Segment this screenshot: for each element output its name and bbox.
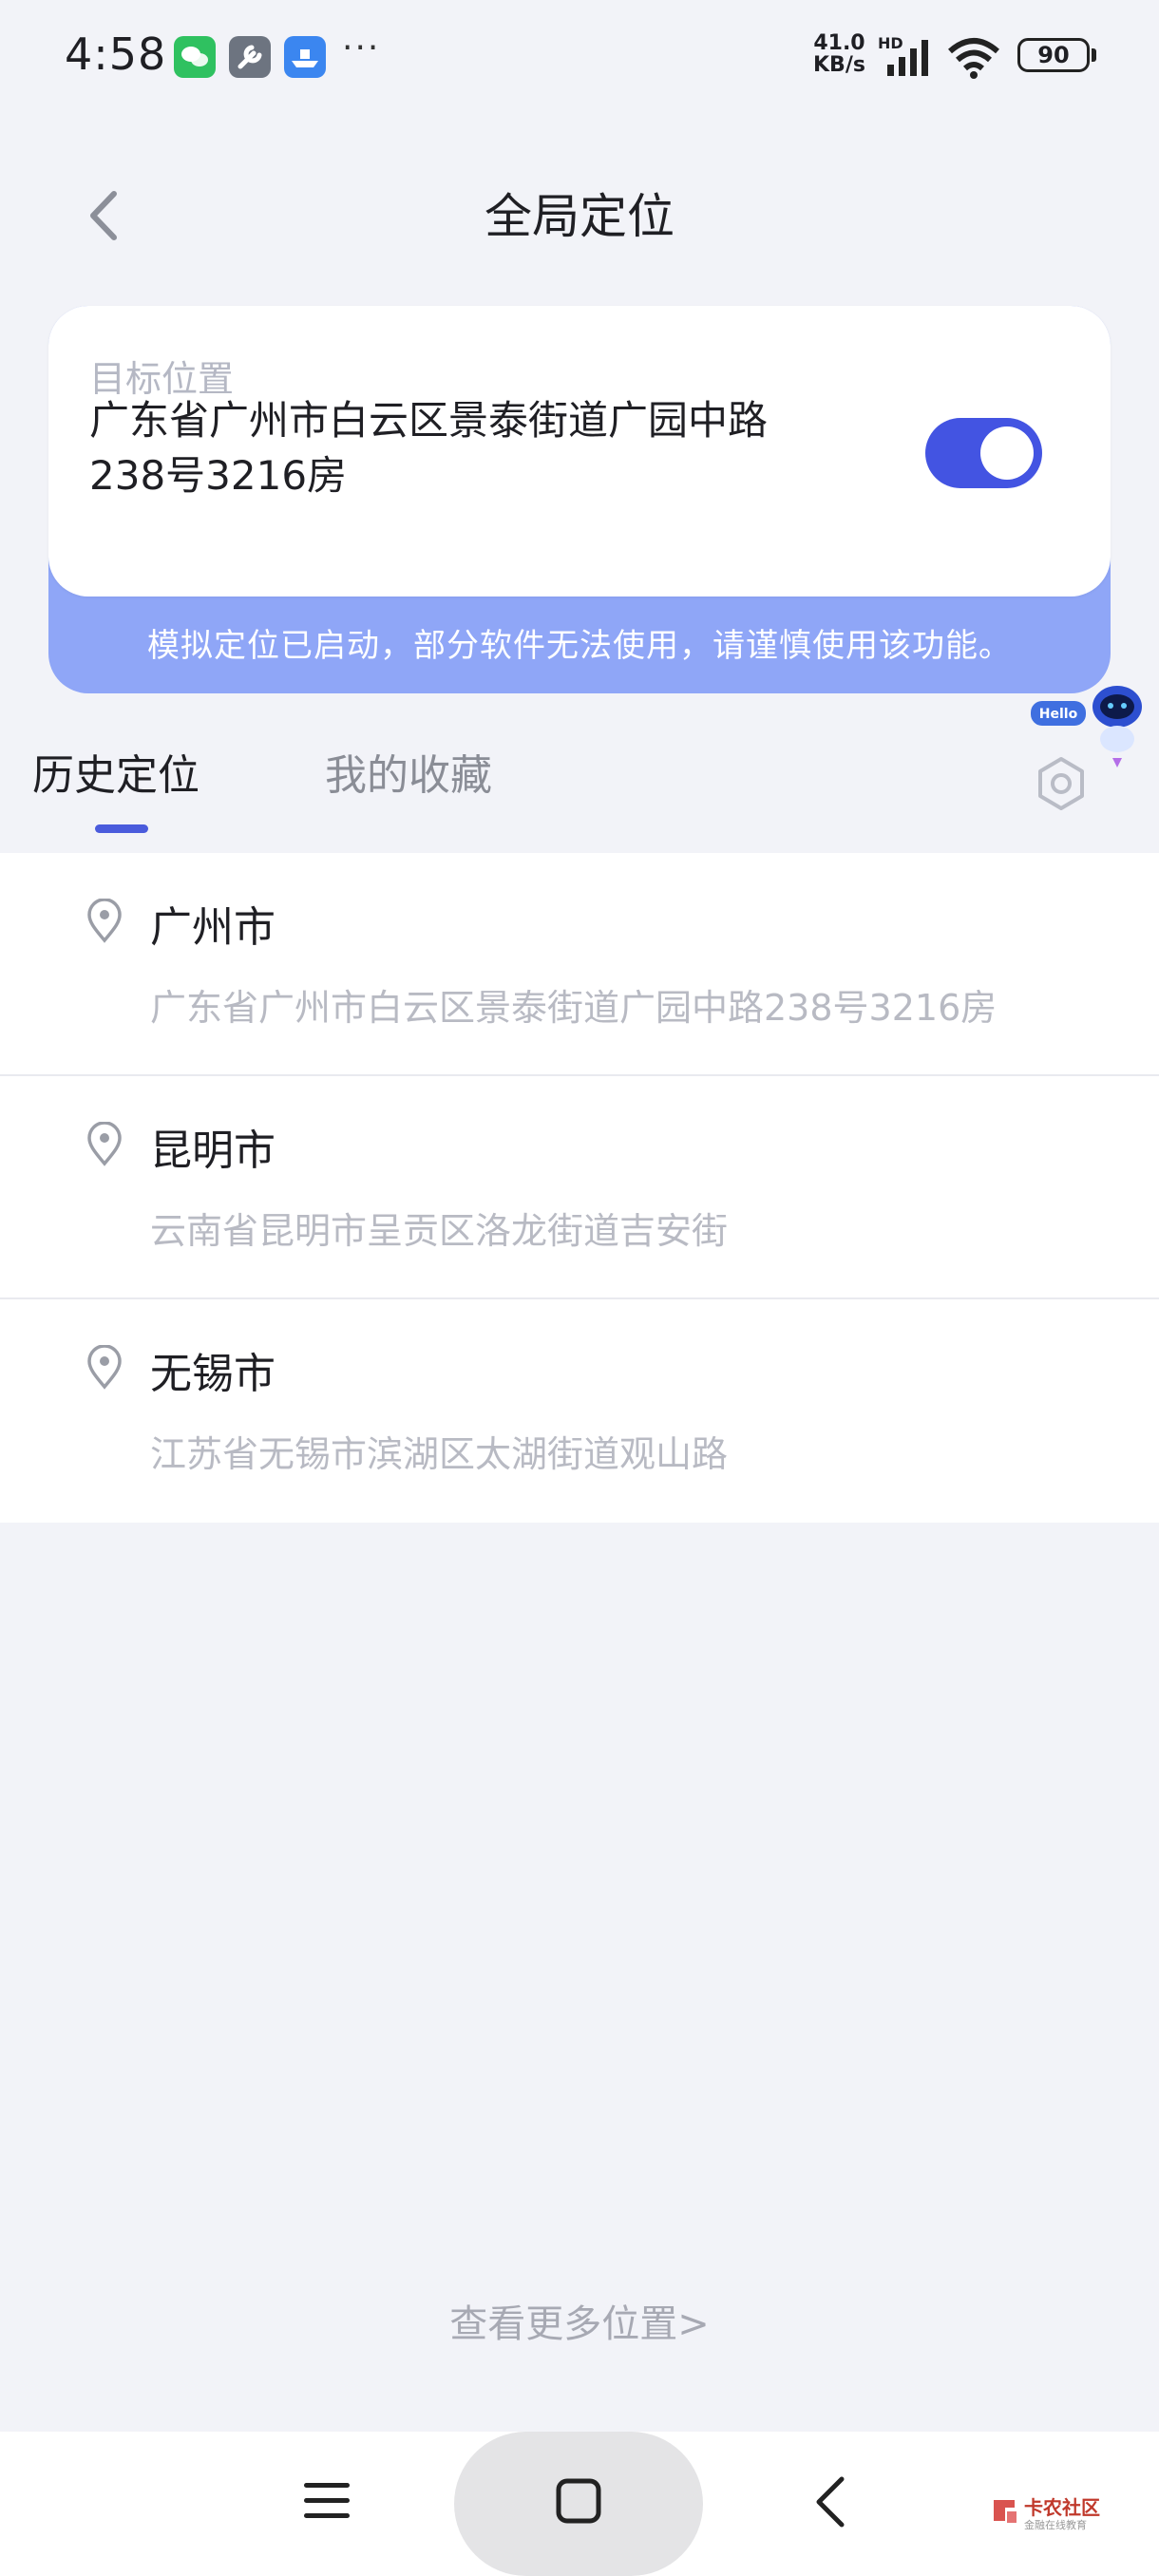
location-pin-icon xyxy=(87,899,122,943)
watermark: 卡农社区 金融在线教育 xyxy=(988,2491,1121,2534)
history-address: 云南省昆明市呈贡区洛龙街道吉安街 xyxy=(150,1210,729,1252)
list-item[interactable]: 无锡市 江苏省无锡市滨湖区太湖街道观山路 xyxy=(0,1299,1159,1523)
mascot-bubble-text: Hello xyxy=(1039,707,1078,722)
more-notifications-icon: ··· xyxy=(342,28,381,67)
net-speed-unit: KB/s xyxy=(813,53,865,77)
wifi-icon xyxy=(948,38,999,79)
location-pin-icon xyxy=(87,1345,122,1390)
network-speed: 41.0 KB/s xyxy=(813,32,865,76)
watermark-logo-icon xyxy=(994,2500,1016,2523)
history-list: 广州市 广东省广州市白云区景泰街道广园中路238号3216房 昆明市 云南省昆明… xyxy=(0,853,1159,1523)
history-address: 江苏省无锡市滨湖区太湖街道观山路 xyxy=(150,1433,729,1475)
wechat-icon xyxy=(174,36,216,78)
tab-history[interactable]: 历史定位 xyxy=(32,741,200,802)
target-address: 广东省广州市白云区景泰街道广园中路238号3216房 xyxy=(89,397,769,499)
history-address: 广东省广州市白云区景泰街道广园中路238号3216房 xyxy=(150,987,998,1029)
target-location-card: 目标位置 广东省广州市白云区景泰街道广园中路238号3216房 xyxy=(48,306,1111,597)
status-bar: 4:58 ··· 41.0 KB/s HD 90 xyxy=(0,0,1159,114)
wrench-icon xyxy=(229,36,271,78)
settings-gear-icon[interactable] xyxy=(1031,753,1092,814)
tab-active-indicator xyxy=(95,824,148,833)
list-item[interactable]: 广州市 广东省广州市白云区景泰街道广园中路238号3216房 xyxy=(0,853,1159,1076)
net-speed-value: 41.0 xyxy=(813,31,865,55)
notice-text: 模拟定位已启动，部分软件无法使用，请谨慎使用该功能。 xyxy=(147,627,1012,665)
boat-icon xyxy=(284,36,326,78)
page-title: 全局定位 xyxy=(484,189,674,244)
status-time: 4:58 xyxy=(65,28,167,80)
nav-back-icon[interactable] xyxy=(809,2473,851,2530)
watermark-name: 卡农社区 xyxy=(1024,2496,1100,2519)
history-city: 广州市 xyxy=(150,903,276,952)
battery-indicator: 90 xyxy=(1017,38,1090,72)
toggle-knob xyxy=(980,426,1034,480)
battery-tip xyxy=(1092,48,1096,62)
menu-icon[interactable] xyxy=(302,2477,353,2525)
signal-icon xyxy=(887,40,928,76)
home-icon[interactable] xyxy=(555,2477,602,2525)
tab-favorites[interactable]: 我的收藏 xyxy=(325,741,492,802)
location-pin-icon xyxy=(87,1122,122,1166)
list-item[interactable]: 昆明市 云南省昆明市呈贡区洛龙街道吉安街 xyxy=(0,1076,1159,1299)
view-more-locations-link[interactable]: 查看更多位置> xyxy=(0,2293,1159,2348)
history-city: 无锡市 xyxy=(150,1350,276,1398)
history-city: 昆明市 xyxy=(150,1127,276,1175)
location-toggle[interactable] xyxy=(925,418,1042,488)
watermark-sub: 金融在线教育 xyxy=(1024,2519,1087,2531)
